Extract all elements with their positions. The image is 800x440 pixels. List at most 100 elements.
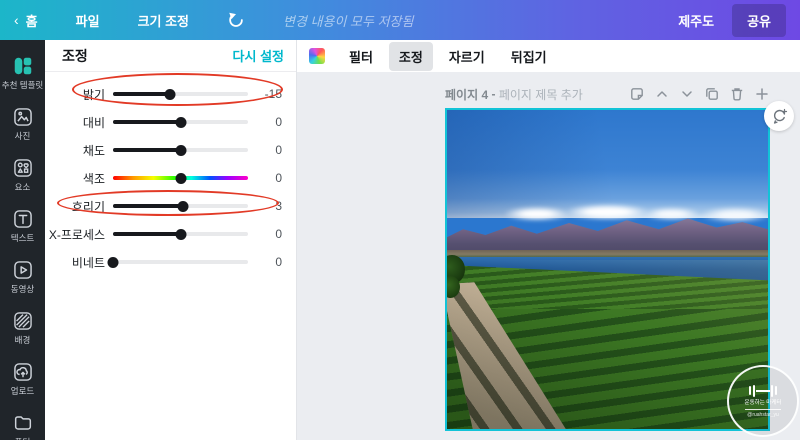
watermark-handle: @ruahstar_yu xyxy=(747,411,779,418)
slider-row-hue: 색조 0 xyxy=(45,164,296,192)
sidebar-item-videos[interactable]: 동영상 xyxy=(0,251,45,302)
move-page-down-icon[interactable] xyxy=(679,86,695,102)
xprocess-slider[interactable] xyxy=(113,228,248,240)
slider-row-vignette: 비네트 0 xyxy=(45,248,296,276)
tab-flip[interactable]: 뒤집기 xyxy=(501,42,557,71)
panel-title: 조정 xyxy=(62,47,88,64)
photo-clouds xyxy=(447,204,768,222)
photos-icon xyxy=(13,107,32,126)
templates-icon xyxy=(14,57,31,74)
slider-label: 흐리기 xyxy=(71,199,105,214)
image-toolbar: 필터 조정 자르기 뒤집기 xyxy=(297,40,800,72)
contrast-slider[interactable] xyxy=(113,116,248,128)
sidebar-item-text[interactable]: 텍스트 xyxy=(0,200,45,251)
delete-page-icon[interactable] xyxy=(729,86,745,102)
slider-label: 색조 xyxy=(82,171,105,186)
tab-filter[interactable]: 필터 xyxy=(339,42,383,71)
sidebar-item-photos[interactable]: 사진 xyxy=(0,98,45,149)
file-menu[interactable]: 파일 xyxy=(76,11,100,30)
sidebar-item-label: 추천 템플릿 xyxy=(1,79,44,90)
slider-handle[interactable] xyxy=(177,200,189,212)
add-page-icon[interactable] xyxy=(754,86,770,102)
share-button[interactable]: 공유 xyxy=(732,3,786,37)
slider-handle[interactable] xyxy=(107,256,119,268)
slider-value: 0 xyxy=(275,255,282,269)
undo-icon xyxy=(229,12,243,27)
folders-icon xyxy=(14,415,31,430)
saturation-slider[interactable] xyxy=(113,144,248,156)
slider-value: 3 xyxy=(275,199,282,213)
blur-slider[interactable] xyxy=(113,200,248,212)
slider-label: 채도 xyxy=(82,143,105,158)
page-header: 페이지 4 - 페이지 제목 추가 xyxy=(445,84,770,104)
page-title-placeholder[interactable]: 페이지 제목 추가 xyxy=(499,86,583,103)
slider-value: 0 xyxy=(275,171,282,185)
home-button[interactable]: ‹ 홈 xyxy=(14,11,38,30)
add-comment-button[interactable] xyxy=(764,101,794,131)
resize-menu[interactable]: 크기 조정 xyxy=(138,11,189,30)
slider-label: X-프로세스 xyxy=(48,227,105,242)
slider-label: 비네트 xyxy=(71,255,105,270)
design-title[interactable]: 제주도 xyxy=(678,11,714,30)
slider-value: 0 xyxy=(275,143,282,157)
uploads-icon xyxy=(13,362,32,381)
sidebar-item-label: 사진 xyxy=(14,130,31,141)
sidebar-item-elements[interactable]: 요소 xyxy=(0,149,45,200)
background-icon xyxy=(13,311,32,330)
add-notes-icon[interactable] xyxy=(629,86,645,102)
canvas-area: 페이지 4 - 페이지 제목 추가 운동하는 마케터 @ruahstar_yu xyxy=(297,72,800,440)
hue-slider[interactable] xyxy=(113,172,248,184)
slider-value: -15 xyxy=(264,87,282,101)
slider-row-xprocess: X-프로세스 0 xyxy=(45,220,296,248)
tab-crop[interactable]: 자르기 xyxy=(439,42,495,71)
sidebar-item-label: 배경 xyxy=(14,334,31,345)
comment-icon xyxy=(773,108,787,124)
autosave-status: 변경 내용이 모두 저장됨 xyxy=(283,13,414,29)
tab-adjust[interactable]: 조정 xyxy=(388,41,433,71)
brightness-slider[interactable] xyxy=(113,88,248,100)
elements-icon xyxy=(13,158,32,177)
slider-handle[interactable] xyxy=(175,116,186,128)
back-chevron-icon: ‹ xyxy=(14,12,19,28)
text-icon xyxy=(13,209,32,228)
sidebar-item-folders[interactable]: 폴더 xyxy=(0,404,45,440)
photo-sky xyxy=(447,110,768,219)
slider-label: 대비 xyxy=(82,115,105,130)
sidebar-item-label: 요소 xyxy=(14,181,31,192)
sidebar-item-uploads[interactable]: 업로드 xyxy=(0,353,45,404)
slider-row-blur: 흐리기 3 xyxy=(45,192,296,220)
sidebar-item-label: 폴더 xyxy=(15,436,31,440)
sidebar-item-label: 업로드 xyxy=(10,385,35,396)
slider-row-brightness: 밝기 -15 xyxy=(45,80,296,108)
slider-handle[interactable] xyxy=(164,88,176,100)
slider-row-contrast: 대비 0 xyxy=(45,108,296,136)
sidebar-item-templates[interactable]: 추천 템플릿 xyxy=(0,47,45,98)
slider-label: 밝기 xyxy=(82,87,105,102)
slider-value: 0 xyxy=(275,227,282,241)
watermark-logo[interactable]: 운동하는 마케터 @ruahstar_yu xyxy=(727,365,799,437)
filter-color-icon[interactable] xyxy=(309,48,325,64)
page-label: 페이지 4 xyxy=(445,87,489,102)
videos-icon xyxy=(13,260,32,279)
adjust-panel: 조정 다시 설정 밝기 -15 대비 0 채도 0 색조 0 흐리기 3 X-프… xyxy=(45,40,297,440)
slider-handle[interactable] xyxy=(175,228,186,240)
topbar: ‹ 홈 파일 크기 조정 변경 내용이 모두 저장됨 제주도 공유 xyxy=(0,0,800,40)
watermark-divider xyxy=(745,408,781,410)
slider-row-saturation: 채도 0 xyxy=(45,136,296,164)
sidebar-item-label: 동영상 xyxy=(10,283,35,294)
sidebar-item-label: 텍스트 xyxy=(10,232,35,243)
sidebar-item-background[interactable]: 배경 xyxy=(0,302,45,353)
duplicate-page-icon[interactable] xyxy=(704,86,720,102)
page-image[interactable] xyxy=(445,108,770,431)
slider-list: 밝기 -15 대비 0 채도 0 색조 0 흐리기 3 X-프로세스 0 비네트… xyxy=(45,72,296,276)
reset-link[interactable]: 다시 설정 xyxy=(233,46,284,65)
slider-handle[interactable] xyxy=(175,144,186,156)
dumbbell-icon xyxy=(748,384,778,397)
sidebar: 추천 템플릿 사진 요소 텍스트 동영상 배경 업로드 xyxy=(0,40,45,440)
move-page-up-icon[interactable] xyxy=(654,86,670,102)
slider-handle[interactable] xyxy=(175,172,186,184)
undo-button[interactable] xyxy=(227,11,245,29)
watermark-text: 운동하는 마케터 xyxy=(744,399,782,406)
vignette-slider[interactable] xyxy=(107,256,248,268)
slider-value: 0 xyxy=(275,115,282,129)
